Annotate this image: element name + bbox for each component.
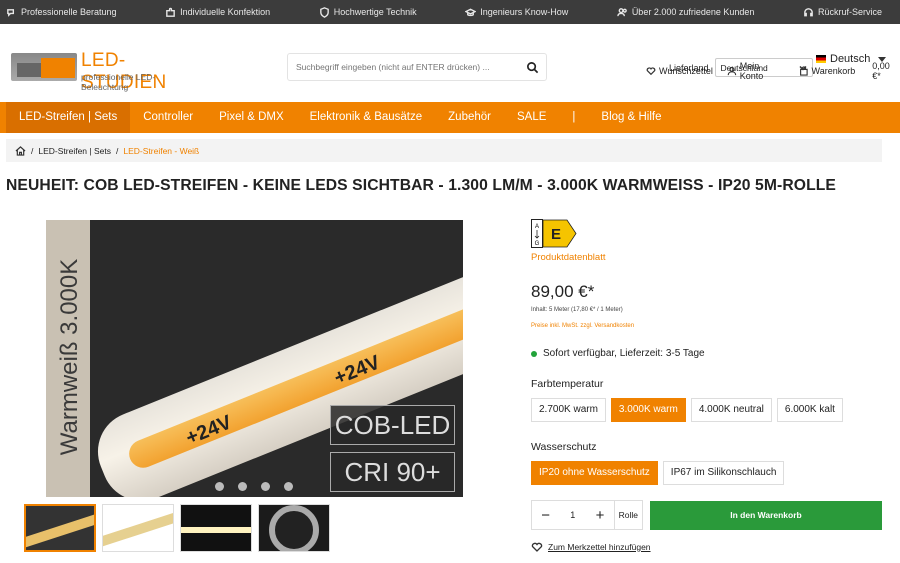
image-side-text: Warmweiß 3.000K xyxy=(56,258,83,456)
cri-badge: CRI 90+ xyxy=(330,452,455,492)
info-item-knowhow: Ingenieurs Know-How xyxy=(465,7,568,18)
search-button[interactable] xyxy=(518,54,546,80)
add-to-wishlist-link[interactable]: Zum Merkzettel hinzufügen xyxy=(531,541,651,552)
slider-dot[interactable] xyxy=(238,482,247,491)
content-info: Inhalt: 5 Meter (17,80 €* / 1 Meter) xyxy=(531,307,623,313)
cob-led-badge: COB-LED xyxy=(330,405,455,445)
main-navigation: LED-Streifen | Sets Controller Pixel & D… xyxy=(0,102,900,133)
info-item-kunden: Über 2.000 zufriedene Kunden xyxy=(617,7,754,18)
breadcrumb-parent[interactable]: LED-Streifen | Sets xyxy=(38,146,111,156)
availability: Sofort verfügbar, Lieferzeit: 3-5 Tage xyxy=(531,348,705,359)
nav-item-zubehoer[interactable]: Zubehör xyxy=(435,102,504,133)
home-icon[interactable] xyxy=(15,145,26,156)
nav-item-elektronik[interactable]: Elektronik & Bausätze xyxy=(297,102,436,133)
nav-item-led-streifen[interactable]: LED-Streifen | Sets xyxy=(6,102,131,133)
nav-item-pixel-dmx[interactable]: Pixel & DMX xyxy=(206,102,297,133)
info-item-technik: Hochwertige Technik xyxy=(319,6,417,18)
cart-link[interactable]: Warenkorb 0,00 €* xyxy=(799,61,900,81)
strip-label-left: +24V xyxy=(182,411,235,450)
wishlist-link[interactable]: Wunschzettel xyxy=(646,66,713,76)
headset-icon xyxy=(804,7,813,16)
shield-icon xyxy=(319,6,329,18)
quantity-unit: Rolle xyxy=(613,501,642,529)
nav-separator: | xyxy=(572,111,576,123)
search-bar xyxy=(287,53,547,81)
product-price: 89,00 €* xyxy=(531,282,595,301)
slider-dot[interactable] xyxy=(284,482,293,491)
option-6000k[interactable]: 6.000K kalt xyxy=(776,398,843,422)
search-icon xyxy=(526,61,538,73)
tax-note-link[interactable]: Preise inkl. MwSt. zzgl. Versandkosten xyxy=(531,323,634,329)
graduation-cap-icon xyxy=(465,8,477,16)
thumbnail[interactable] xyxy=(258,504,330,552)
option-3000k[interactable]: 3.000K warm xyxy=(610,398,686,422)
puzzle-icon xyxy=(166,7,175,17)
nav-item-controller[interactable]: Controller xyxy=(130,102,206,133)
users-icon xyxy=(617,7,627,16)
thumbnail-strip xyxy=(24,504,330,552)
logo-mark xyxy=(11,53,77,81)
info-item-beratung: Professionelle Beratung xyxy=(6,7,117,18)
quantity-stepper: − 1 + Rolle xyxy=(531,500,643,530)
header-actions: Wunschzettel Mein Konto Warenkorb 0,00 €… xyxy=(646,61,900,81)
thumbnail[interactable] xyxy=(180,504,252,552)
option-2700k[interactable]: 2.700K warm xyxy=(531,398,606,422)
slider-dots xyxy=(215,482,293,491)
nav-item-blog[interactable]: Blog & Hilfe xyxy=(588,102,674,133)
breadcrumb: / LED-Streifen | Sets / LED-Streifen - W… xyxy=(6,139,882,162)
shopping-bag-icon xyxy=(799,66,808,76)
color-temp-label: Farbtemperatur xyxy=(531,378,604,390)
svg-text:A: A xyxy=(535,224,539,230)
nav-item-sale[interactable]: SALE xyxy=(504,102,559,133)
search-input[interactable] xyxy=(288,62,518,72)
product-main-image[interactable]: Warmweiß 3.000K +24V +24V COB-LED CRI 90… xyxy=(46,220,463,497)
info-item-rueckruf[interactable]: Rückruf-Service xyxy=(803,7,882,18)
thumbnail[interactable] xyxy=(24,504,96,552)
account-link[interactable]: Mein Konto xyxy=(727,61,785,81)
top-info-bar: Professionelle Beratung Individuelle Kon… xyxy=(0,0,900,24)
protection-label: Wasserschutz xyxy=(531,441,597,453)
info-item-konfektion: Individuelle Konfektion xyxy=(165,7,270,18)
add-to-cart-button[interactable]: In den Warenkorb xyxy=(650,501,882,530)
option-ip20[interactable]: IP20 ohne Wasserschutz xyxy=(531,461,658,485)
strip-label-right: +24V xyxy=(331,351,384,390)
logo[interactable]: LED-STUDIEN professionelle LED-Beleuchtu… xyxy=(11,50,201,93)
slider-dot[interactable] xyxy=(215,482,224,491)
option-4000k[interactable]: 4.000K neutral xyxy=(690,398,772,422)
protection-options: IP20 ohne Wasserschutz IP67 im Silikonsc… xyxy=(531,461,785,485)
svg-text:G: G xyxy=(535,241,540,247)
heart-icon xyxy=(531,542,543,552)
availability-dot-icon xyxy=(531,350,537,357)
image-side-panel: Warmweiß 3.000K xyxy=(46,220,90,497)
svg-text:E: E xyxy=(551,226,561,243)
thumbnail[interactable] xyxy=(102,504,174,552)
user-icon xyxy=(727,66,737,76)
slider-dot[interactable] xyxy=(261,482,270,491)
color-temp-options: 2.700K warm 3.000K warm 4.000K neutral 6… xyxy=(531,398,843,422)
heart-icon xyxy=(646,67,656,76)
increase-button[interactable]: + xyxy=(586,507,613,524)
datasheet-link[interactable]: Produktdatenblatt xyxy=(531,252,605,263)
quantity-input[interactable]: 1 xyxy=(559,510,586,520)
cart-total: 0,00 €* xyxy=(872,61,890,81)
availability-text: Sofort verfügbar, Lieferzeit: 3-5 Tage xyxy=(543,348,705,359)
phone-chat-icon xyxy=(7,8,15,17)
breadcrumb-current[interactable]: LED-Streifen - Weiß xyxy=(123,146,199,156)
option-ip67[interactable]: IP67 im Silikonschlauch xyxy=(662,461,785,485)
site-header: LED-STUDIEN professionelle LED-Beleuchtu… xyxy=(0,24,900,102)
decrease-button[interactable]: − xyxy=(532,507,559,524)
logo-tagline: professionelle LED-Beleuchtung xyxy=(81,72,156,92)
energy-label-icon[interactable]: A G E xyxy=(531,219,577,248)
product-title: NEUHEIT: COB LED-STREIFEN - KEINE LEDS S… xyxy=(6,177,836,194)
